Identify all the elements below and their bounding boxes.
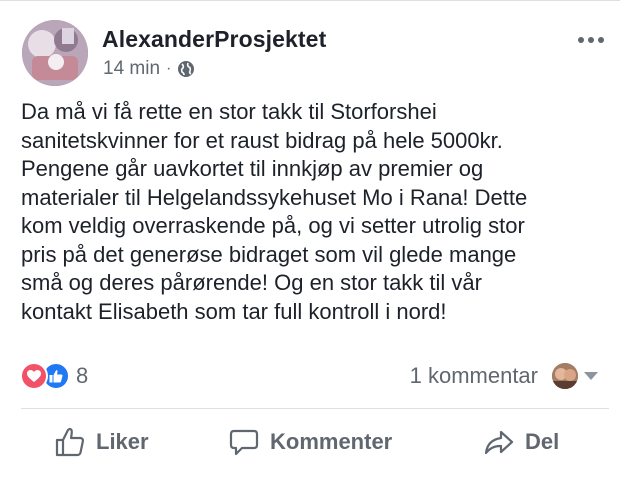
post-actions-bar: Liker Kommenter Del <box>0 418 620 466</box>
author-name[interactable]: AlexanderProsjektet <box>102 26 326 53</box>
post-header: AlexanderProsjektet 14 min · <box>22 20 612 90</box>
post-body-text: Da må vi få rette en stor takk til Storf… <box>21 99 528 324</box>
commenter-avatar <box>552 363 578 389</box>
avatar-image <box>22 20 88 86</box>
more-options-icon[interactable] <box>578 34 608 46</box>
author-avatar[interactable] <box>22 20 88 86</box>
thumbs-up-icon <box>55 427 85 457</box>
meta-separator: · <box>166 60 172 77</box>
share-button[interactable]: Del <box>483 418 559 466</box>
share-label: Del <box>525 429 560 454</box>
reactions-summary[interactable]: 8 <box>20 362 89 390</box>
like-label: Liker <box>96 429 149 454</box>
globe-icon[interactable] <box>177 60 195 78</box>
comment-label: Kommenter <box>270 429 393 454</box>
top-divider <box>0 0 620 1</box>
comment-bubble-icon <box>229 429 259 456</box>
post-timestamp[interactable]: 14 min <box>103 58 160 80</box>
chevron-down-icon[interactable] <box>584 372 598 380</box>
reaction-count: 8 <box>76 363 89 388</box>
like-button[interactable]: Liker <box>54 418 149 466</box>
comment-count[interactable]: 1 kommentar <box>410 363 538 389</box>
actions-divider <box>21 408 609 409</box>
love-icon <box>20 362 48 390</box>
comment-button[interactable]: Kommenter <box>228 418 392 466</box>
post-meta: 14 min · <box>103 58 195 80</box>
comments-summary[interactable]: 1 kommentar <box>410 362 598 390</box>
share-arrow-icon <box>484 430 514 455</box>
